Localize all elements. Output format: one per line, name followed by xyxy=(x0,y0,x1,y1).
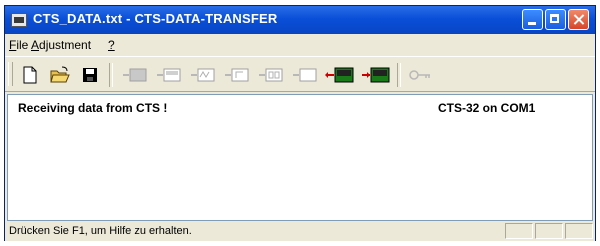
app-window: CTS_DATA.txt - CTS-DATA-TRANSFER File Ad… xyxy=(4,5,596,241)
device-send-icon[interactable] xyxy=(361,65,390,85)
save-disk-icon[interactable] xyxy=(79,65,101,85)
menu-help[interactable]: ? xyxy=(108,38,115,52)
title-bar[interactable]: CTS_DATA.txt - CTS-DATA-TRANSFER xyxy=(5,6,595,34)
device-transfer-icon-3[interactable] xyxy=(189,65,215,85)
toolbar-grip[interactable] xyxy=(8,62,13,86)
window-title: CTS_DATA.txt - CTS-DATA-TRANSFER xyxy=(33,11,278,26)
toolbar-separator xyxy=(109,63,113,87)
open-folder-icon[interactable] xyxy=(49,65,71,85)
device-transfer-icon-4[interactable] xyxy=(223,65,249,85)
status-help-text: Drücken Sie F1, um Hilfe zu erhalten. xyxy=(9,225,192,237)
log-area: Receiving data from CTS ! CTS-32 on COM1 xyxy=(7,94,593,221)
device-transfer-icon-5[interactable] xyxy=(257,65,283,85)
minimize-button[interactable] xyxy=(522,9,543,30)
maximize-button[interactable] xyxy=(545,9,566,30)
close-button[interactable] xyxy=(568,9,589,30)
app-icon[interactable] xyxy=(11,13,27,27)
device-transfer-icon-1[interactable] xyxy=(121,65,147,85)
toolbar xyxy=(5,56,595,92)
new-document-icon[interactable] xyxy=(19,65,41,85)
device-info: CTS-32 on COM1 xyxy=(438,101,536,115)
status-pane xyxy=(505,223,533,239)
toolbar-separator xyxy=(397,63,401,87)
size-grip[interactable] xyxy=(565,223,593,239)
device-transfer-icon-2[interactable] xyxy=(155,65,181,85)
status-pane xyxy=(535,223,563,239)
menu-adjustment[interactable]: Adjustment xyxy=(31,38,91,52)
device-transfer-icon-6[interactable] xyxy=(291,65,317,85)
status-bar: Drücken Sie F1, um Hilfe zu erhalten. xyxy=(5,221,595,241)
menu-bar: File Adjustment ? xyxy=(5,34,595,56)
device-receive-icon[interactable] xyxy=(325,65,354,85)
status-message: Receiving data from CTS ! xyxy=(18,101,168,115)
key-icon[interactable] xyxy=(407,65,430,85)
menu-file[interactable]: File xyxy=(9,38,28,52)
